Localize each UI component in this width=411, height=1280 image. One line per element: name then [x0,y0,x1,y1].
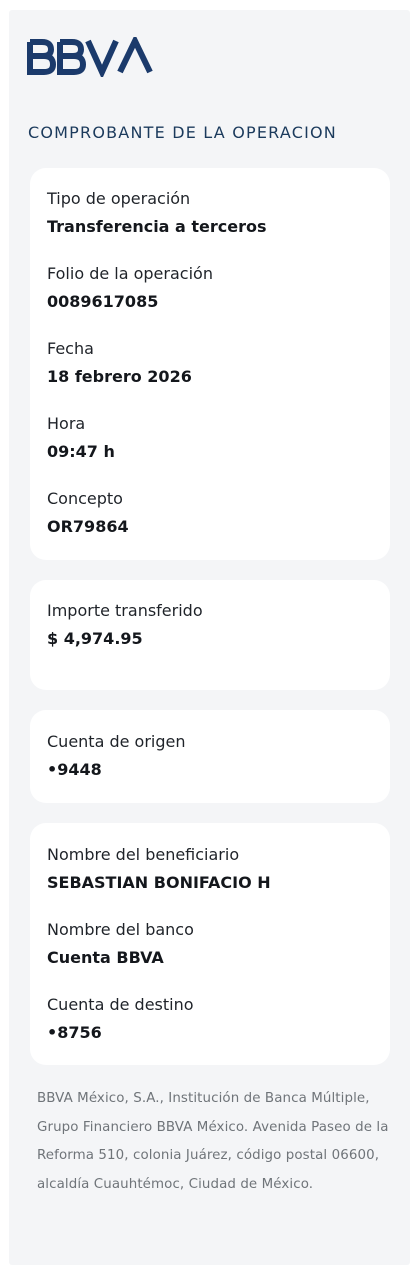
legal-disclaimer: BBVA México, S.A., Institución de Banca … [37,1091,389,1192]
tipo-operacion-label: Tipo de operación [47,189,191,208]
origin-account-card: Cuenta de origen •9448 [30,710,390,803]
field-concepto: Concepto OR79864 [47,489,377,537]
fecha-value: 18 febrero 2026 [47,367,192,386]
field-importe: Importe transferido $ 4,974.95 [47,601,377,649]
importe-value: $ 4,974.95 [47,629,143,648]
banco-value: Cuenta BBVA [47,948,164,967]
folio-value: 0089617085 [47,292,159,311]
concepto-label: Concepto [47,489,123,508]
field-cuenta-origen: Cuenta de origen •9448 [47,732,377,780]
cuenta-origen-label: Cuenta de origen [47,732,186,751]
field-banco: Nombre del banco Cuenta BBVA [47,920,377,968]
bbva-logo [27,37,153,77]
beneficiario-value: SEBASTIAN BONIFACIO H [47,873,271,892]
field-hora: Hora 09:47 h [47,414,377,462]
operation-details-card: Tipo de operación Transferencia a tercer… [30,168,390,560]
field-cuenta-destino: Cuenta de destino •8756 [47,995,377,1043]
banco-label: Nombre del banco [47,920,194,939]
beneficiary-card: Nombre del beneficiario SEBASTIAN BONIFA… [30,823,390,1065]
beneficiario-label: Nombre del beneficiario [47,845,240,864]
hora-label: Hora [47,414,86,433]
cuenta-destino-value: •8756 [47,1023,102,1042]
folio-label: Folio de la operación [47,264,213,283]
field-fecha: Fecha 18 febrero 2026 [47,339,377,387]
amount-card: Importe transferido $ 4,974.95 [30,580,390,690]
importe-label: Importe transferido [47,601,203,620]
hora-value: 09:47 h [47,442,115,461]
concepto-value: OR79864 [47,517,129,536]
field-beneficiario: Nombre del beneficiario SEBASTIAN BONIFA… [47,845,377,893]
field-folio: Folio de la operación 0089617085 [47,264,377,312]
cuenta-destino-label: Cuenta de destino [47,995,194,1014]
fecha-label: Fecha [47,339,94,358]
cuenta-origen-value: •9448 [47,760,102,779]
receipt-title: COMPROBANTE DE LA OPERACION [28,123,337,142]
tipo-operacion-value: Transferencia a terceros [47,217,267,236]
field-tipo-operacion: Tipo de operación Transferencia a tercer… [47,189,377,237]
